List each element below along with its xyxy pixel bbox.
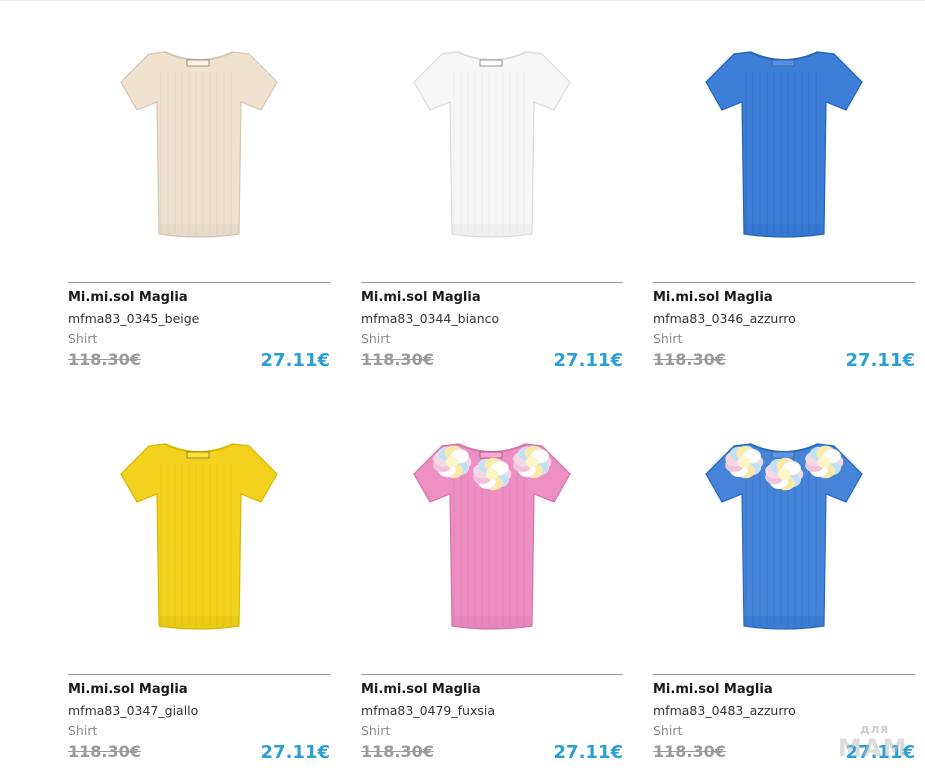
divider — [361, 282, 623, 283]
product-image[interactable] — [653, 10, 915, 272]
divider — [653, 282, 915, 283]
old-price: 118.30€ — [68, 742, 141, 761]
product-brand[interactable]: Mi.mi.sol Maglia — [68, 290, 188, 305]
product-card[interactable]: Mi.mi.sol Maglia mfma83_0347_giallo Shir… — [68, 402, 330, 763]
product-card[interactable]: Mi.mi.sol Maglia mfma83_0483_azzurro Shi… — [653, 402, 915, 763]
old-price: 118.30€ — [361, 350, 434, 369]
shirt-illustration — [705, 50, 863, 238]
product-grid: Mi.mi.sol Maglia mfma83_0345_beige Shirt… — [0, 0, 925, 774]
divider — [68, 282, 330, 283]
product-image[interactable] — [361, 10, 623, 272]
product-image[interactable] — [361, 402, 623, 664]
shirt-illustration — [413, 50, 571, 238]
product-sku: mfma83_0346_azzurro — [653, 311, 796, 326]
product-sku: mfma83_0347_giallo — [68, 703, 199, 718]
product-card[interactable]: Mi.mi.sol Maglia mfma83_0346_azzurro Shi… — [653, 10, 915, 371]
old-price: 118.30€ — [68, 350, 141, 369]
product-image[interactable] — [68, 10, 330, 272]
product-sku: mfma83_0345_beige — [68, 311, 200, 326]
product-sku: mfma83_0483_azzurro — [653, 703, 796, 718]
product-category: Shirt — [653, 723, 683, 738]
old-price: 118.30€ — [361, 742, 434, 761]
product-brand[interactable]: Mi.mi.sol Maglia — [361, 682, 481, 697]
divider — [68, 674, 330, 675]
product-category: Shirt — [68, 723, 98, 738]
product-category: Shirt — [653, 331, 683, 346]
divider — [653, 674, 915, 675]
product-brand[interactable]: Mi.mi.sol Maglia — [68, 682, 188, 697]
product-category: Shirt — [361, 331, 391, 346]
product-category: Shirt — [68, 331, 98, 346]
product-card[interactable]: Mi.mi.sol Maglia mfma83_0345_beige Shirt… — [68, 10, 330, 371]
product-brand[interactable]: Mi.mi.sol Maglia — [653, 290, 773, 305]
product-card[interactable]: Mi.mi.sol Maglia mfma83_0344_bianco Shir… — [361, 10, 623, 371]
product-sku: mfma83_0344_bianco — [361, 311, 500, 326]
product-card[interactable]: Mi.mi.sol Maglia mfma83_0479_fuxsia Shir… — [361, 402, 623, 763]
shirt-illustration — [120, 442, 278, 630]
old-price: 118.30€ — [653, 350, 726, 369]
product-category: Shirt — [361, 723, 391, 738]
shirt-illustration — [120, 50, 278, 238]
shirt-illustration — [705, 442, 863, 630]
product-brand[interactable]: Mi.mi.sol Maglia — [361, 290, 481, 305]
sale-price: 27.11€ — [845, 742, 915, 763]
divider — [361, 674, 623, 675]
sale-price: 27.11€ — [845, 350, 915, 371]
sale-price: 27.11€ — [260, 350, 330, 371]
sale-price: 27.11€ — [260, 742, 330, 763]
shirt-illustration — [413, 442, 571, 630]
product-brand[interactable]: Mi.mi.sol Maglia — [653, 682, 773, 697]
sale-price: 27.11€ — [553, 742, 623, 763]
product-image[interactable] — [68, 402, 330, 664]
product-image[interactable] — [653, 402, 915, 664]
sale-price: 27.11€ — [553, 350, 623, 371]
product-sku: mfma83_0479_fuxsia — [361, 703, 495, 718]
old-price: 118.30€ — [653, 742, 726, 761]
